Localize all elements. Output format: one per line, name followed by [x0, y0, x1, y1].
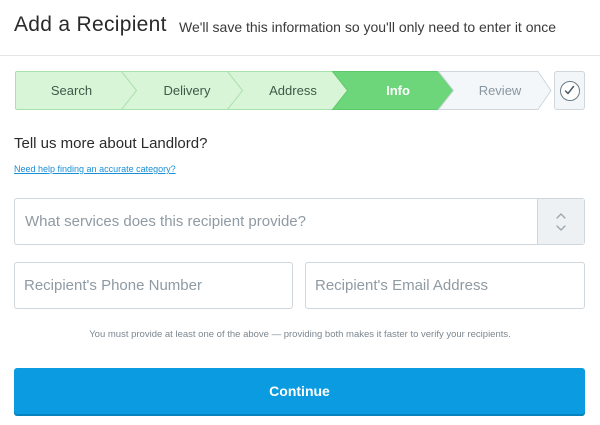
page-header: Add a Recipient We'll save this informat…	[0, 0, 600, 56]
step-label: Delivery	[163, 83, 211, 98]
phone-field[interactable]	[15, 263, 292, 308]
progress-stepper: Search Delivery Address Info Review	[15, 71, 552, 110]
category-help-link[interactable]: Need help finding an accurate category?	[14, 164, 176, 174]
services-select[interactable]: What services does this recipient provid…	[14, 198, 585, 245]
email-field[interactable]	[306, 263, 584, 308]
step-label: Info	[386, 83, 410, 98]
step-review[interactable]: Review	[437, 71, 552, 110]
step-delivery[interactable]: Delivery	[120, 71, 244, 110]
step-label: Search	[50, 83, 93, 98]
phone-field-wrapper	[14, 262, 293, 309]
step-complete	[554, 71, 585, 110]
email-field-wrapper	[305, 262, 585, 309]
page-title: Add a Recipient	[14, 13, 167, 36]
services-select-placeholder: What services does this recipient provid…	[25, 213, 306, 230]
step-label: Review	[478, 83, 522, 98]
continue-button[interactable]: Continue	[14, 368, 585, 414]
step-label: Address	[269, 83, 317, 98]
page-subtitle: We'll save this information so you'll on…	[179, 19, 557, 35]
check-circle-icon	[560, 81, 580, 101]
select-arrows-icon[interactable]	[537, 199, 584, 244]
contact-note: You must provide at least one of the abo…	[89, 329, 511, 340]
form-question: Tell us more about Landlord?	[14, 135, 208, 152]
step-info[interactable]: Info	[331, 71, 455, 110]
step-search[interactable]: Search	[15, 71, 138, 110]
